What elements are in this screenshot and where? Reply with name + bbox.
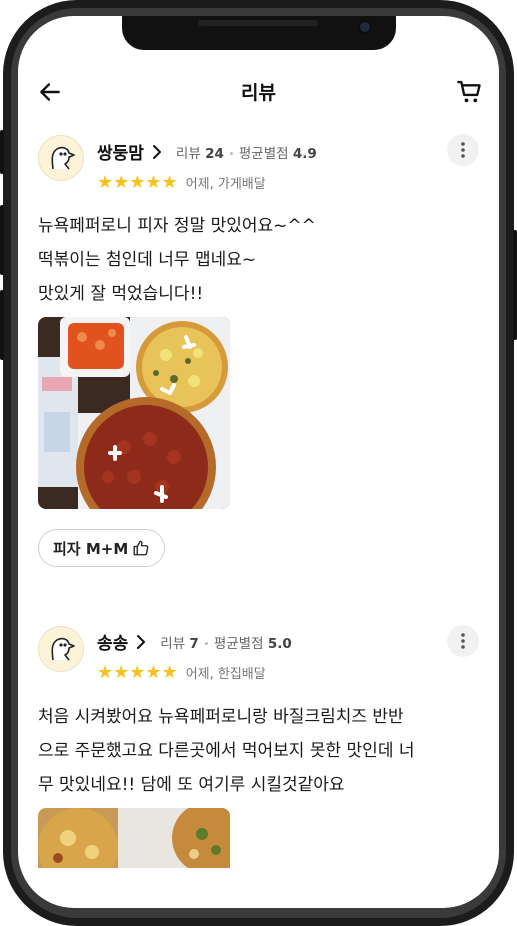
cart-button[interactable] bbox=[452, 74, 488, 110]
phone-side-button bbox=[0, 205, 4, 275]
more-options-button[interactable] bbox=[447, 134, 479, 166]
phone-notch bbox=[122, 16, 396, 50]
review-date-delivery: 어제, 가게배달 bbox=[185, 177, 266, 192]
avg-rating: 4.9 bbox=[292, 145, 317, 162]
avg-rating: 5.0 bbox=[267, 635, 292, 652]
thumbs-up-icon bbox=[132, 539, 150, 557]
review-count-label: 리뷰 bbox=[175, 145, 201, 162]
reviewer-info: 쌍둥맘 리뷰 24 평균별점 4.9 bbox=[97, 139, 317, 164]
star-rating: ★★★★★ bbox=[97, 661, 178, 683]
avatar[interactable] bbox=[38, 135, 84, 181]
pizza-photo-image bbox=[38, 317, 230, 509]
star-rating: ★★★★★ bbox=[97, 171, 178, 193]
review-count-label: 리뷰 bbox=[160, 635, 186, 652]
reviewer-info: 송송 리뷰 7 평균별점 5.0 bbox=[97, 629, 292, 654]
review-text-line: 무 맛있네요!! 담에 또 여기루 시킬것같아요 bbox=[38, 775, 345, 795]
review-photo[interactable] bbox=[38, 808, 230, 868]
duck-avatar-icon bbox=[51, 637, 75, 661]
review-text-line: 떡볶이는 첨인데 너무 맵네요~ bbox=[38, 250, 257, 270]
rating-row: ★★★★★ 어제, 가게배달 bbox=[97, 173, 266, 192]
review-count: 7 bbox=[189, 635, 199, 652]
top-app-bar: 리뷰 bbox=[18, 72, 499, 112]
more-options-button[interactable] bbox=[447, 625, 479, 657]
more-vertical-icon bbox=[461, 633, 465, 649]
review-text: 뉴욕페퍼로니 피자 정말 맛있어요~^^ 떡볶이는 첨인데 너무 맵네요~ 맛있… bbox=[38, 209, 483, 311]
front-camera bbox=[358, 20, 372, 34]
rating-row: ★★★★★ 어제, 한집배달 bbox=[97, 663, 266, 682]
reviewer-stats: 리뷰 24 평균별점 4.9 bbox=[176, 142, 317, 162]
separator-dot bbox=[229, 151, 233, 155]
chevron-right-icon[interactable] bbox=[134, 634, 148, 650]
speaker bbox=[198, 20, 318, 26]
review-text: 처음 시켜봤어요 뉴욕페퍼로니랑 바질크림치즈 반반 으로 주문했고요 다른곳에… bbox=[38, 700, 483, 802]
pizza-photo-image bbox=[38, 808, 230, 868]
chevron-right-icon[interactable] bbox=[150, 144, 164, 160]
cart-icon bbox=[457, 80, 481, 103]
ordered-menu-chip[interactable]: 피자 M+M bbox=[38, 529, 166, 567]
reviewer-name[interactable]: 쌍둥맘 bbox=[97, 139, 144, 164]
avg-rating-label: 평균별점 bbox=[238, 145, 289, 162]
ordered-menu-label: 피자 M+M bbox=[53, 539, 129, 558]
review-count: 24 bbox=[205, 145, 224, 162]
app-screen: 리뷰 쌍둥맘 리뷰 24 평균별점 4.9 ★★★★★ 어제, 가게배달 뉴욕페… bbox=[18, 16, 499, 908]
review-text-line: 으로 주문했고요 다른곳에서 먹어보지 못한 맛인데 너 bbox=[38, 741, 415, 761]
review-text-line: 맛있게 잘 먹었습니다!! bbox=[38, 284, 204, 304]
phone-side-button bbox=[0, 290, 4, 360]
duck-avatar-icon bbox=[51, 146, 75, 170]
avg-rating-label: 평균별점 bbox=[213, 635, 264, 652]
review-text-line: 뉴욕페퍼로니 피자 정말 맛있어요~^^ bbox=[38, 216, 316, 236]
review-text-line: 처음 시켜봤어요 뉴욕페퍼로니랑 바질크림치즈 반반 bbox=[38, 707, 404, 727]
review-photo[interactable] bbox=[38, 317, 230, 509]
phone-side-button bbox=[513, 230, 517, 340]
page-title: 리뷰 bbox=[241, 82, 276, 104]
phone-side-button bbox=[0, 130, 4, 174]
avatar[interactable] bbox=[38, 626, 84, 672]
reviewer-stats: 리뷰 7 평균별점 5.0 bbox=[160, 632, 291, 652]
more-vertical-icon bbox=[461, 142, 465, 158]
reviewer-name[interactable]: 송송 bbox=[97, 629, 128, 654]
review-date-delivery: 어제, 한집배달 bbox=[185, 667, 266, 682]
separator-dot bbox=[204, 641, 208, 645]
